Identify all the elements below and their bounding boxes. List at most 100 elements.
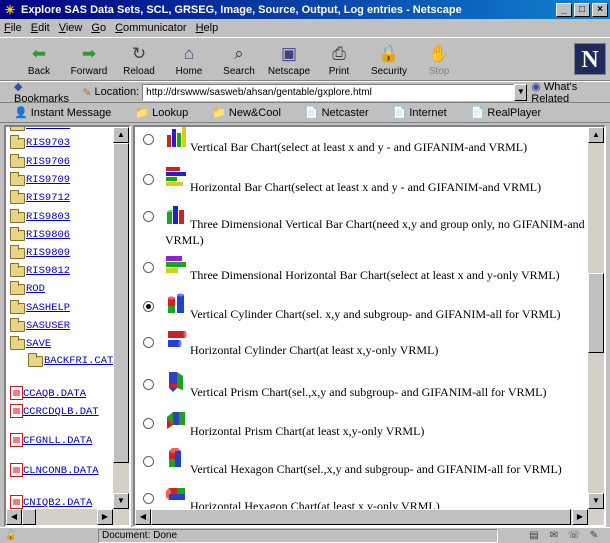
scroll-down-button[interactable]: ▼ (113, 493, 129, 509)
scroll-thumb-horizontal[interactable] (151, 509, 571, 525)
reload-label: Reload (123, 66, 155, 77)
whats-related-button[interactable]: ◉ What's Related (531, 80, 610, 105)
tree-item[interactable]: RIS9712 (10, 190, 70, 204)
tree-item[interactable]: RIS9803 (10, 209, 70, 223)
personal-item-lookup[interactable]: 📁 Lookup (135, 106, 200, 120)
netscape-button[interactable]: ▣ Netscape (264, 38, 314, 80)
menu-communicator[interactable]: Communicator (115, 22, 187, 34)
tree-item[interactable]: RIS9709 (10, 172, 71, 186)
close-button[interactable]: × (592, 2, 608, 17)
stop-button[interactable]: ✋ Stop (414, 38, 464, 80)
tree-item[interactable]: CLNCONB.DATA (10, 463, 99, 477)
chart-option-radio[interactable] (143, 262, 154, 273)
tree-item[interactable]: BACKFRI.CATAI (28, 353, 116, 367)
left-vertical-scrollbar[interactable]: ▲ ▼ (113, 127, 129, 509)
tree-item[interactable]: SASHELP (10, 300, 70, 314)
scroll-down-button[interactable]: ▼ (588, 493, 604, 509)
tree-item[interactable]: RIS9806 (10, 227, 70, 241)
tree-item[interactable]: RIS9809 (10, 245, 70, 259)
chart-option-label: Vertical Prism Chart(sel.,x,y and subgro… (190, 385, 547, 399)
forward-label: Forward (70, 66, 108, 77)
forward-button[interactable]: ➡ Forward (64, 38, 114, 80)
home-icon: ⌂ (183, 44, 195, 63)
maximize-button[interactable]: □ (574, 2, 590, 17)
tree-item[interactable]: SASUSER (10, 318, 70, 332)
scroll-thumb-horizontal[interactable] (22, 509, 36, 525)
mail-icon[interactable]: ✉ (544, 530, 564, 541)
stop-label: Stop (428, 66, 450, 77)
scroll-thumb[interactable] (113, 143, 129, 463)
scroll-up-button[interactable]: ▲ (113, 127, 129, 143)
menu-help[interactable]: Help (196, 22, 219, 34)
navigator-icon[interactable]: ▤ (524, 530, 544, 541)
tree-item[interactable]: ROD (10, 281, 45, 295)
netscape-label: Netscape (267, 66, 311, 77)
tree-item-label: SAVE (26, 338, 52, 350)
chart-options-frame: Vertical Bar Chart(select at least x and… (133, 125, 606, 527)
personal-item-realplayer[interactable]: 📄 RealPlayer (471, 106, 554, 120)
stop-icon: ✋ (428, 44, 450, 63)
chart-option-radio[interactable] (143, 379, 154, 390)
scroll-right-button[interactable]: ▶ (572, 509, 588, 525)
home-button[interactable]: ⌂ Home (164, 38, 214, 80)
chart-option-radio[interactable] (143, 211, 154, 222)
data-file-icon (10, 463, 23, 477)
tree-item[interactable]: RIS9706 (10, 154, 71, 168)
chart-option-radio[interactable] (143, 337, 154, 348)
tree-item[interactable]: RIS9703 (10, 135, 70, 149)
reload-button[interactable]: ↻ Reload (114, 38, 164, 80)
scroll-left-button[interactable]: ◀ (135, 509, 151, 525)
scroll-up-button[interactable]: ▲ (588, 127, 604, 143)
scroll-right-button[interactable]: ▶ (97, 509, 113, 525)
security-button[interactable]: 🔒 Security (364, 38, 414, 80)
chart-option-label: Three Dimensional Vertical Bar Chart(nee… (165, 217, 585, 247)
tree-item[interactable]: CCAQB.DATA (10, 386, 86, 400)
chart-option-radio[interactable] (143, 174, 154, 185)
tree-item[interactable]: RIS9812 (10, 263, 70, 277)
minimize-button[interactable]: _ (556, 2, 572, 17)
folder-icon: 📁 (212, 107, 226, 119)
scroll-thumb[interactable] (588, 273, 604, 353)
personal-item-netcaster[interactable]: 📄 Netcaster (305, 106, 381, 120)
menu-edit[interactable]: Edit (31, 22, 50, 34)
netscape-logo[interactable]: N (574, 43, 606, 75)
menu-go[interactable]: Go (91, 22, 106, 34)
print-button[interactable]: ⎙ Print (314, 38, 364, 80)
tree-item-label: RIS9709 (26, 174, 71, 186)
personal-item-new-cool[interactable]: 📁 New&Cool (212, 106, 293, 120)
window-title-bar[interactable]: ✳ Explore SAS Data Sets, SCL, GRSEG, Ima… (0, 0, 610, 19)
personal-item-internet[interactable]: 📄 Internet (393, 106, 459, 120)
composer-icon[interactable]: ✎ (584, 530, 604, 541)
data-file-icon (10, 386, 23, 400)
chart-option-radio[interactable] (143, 301, 154, 312)
chart-option-radio[interactable] (143, 134, 154, 145)
discussion-icon[interactable]: ☏ (564, 530, 584, 541)
chart-option-radio[interactable] (143, 456, 154, 467)
whats-related-icon: ◉ (531, 80, 541, 93)
navigation-toolbar: ⬅ Back ➡ Forward ↻ Reload ⌂ Home ⌕ Search ▣ Netscap… (0, 37, 610, 81)
back-button[interactable]: ⬅ Back (14, 38, 64, 80)
bookmarks-button[interactable]: ◆ Bookmarks (14, 80, 74, 105)
scroll-left-button[interactable]: ◀ (6, 509, 22, 525)
url-input[interactable] (142, 83, 515, 101)
tree-item[interactable]: RIS9612 (10, 127, 70, 131)
chart-option-radio[interactable] (143, 493, 154, 504)
left-horizontal-scrollbar[interactable]: ◀ ▶ (6, 509, 129, 525)
instant-message-icon: 👤 (14, 107, 28, 119)
search-button[interactable]: ⌕ Search (214, 38, 264, 80)
right-horizontal-scrollbar[interactable]: ◀ ▶ (135, 509, 604, 525)
tree-item[interactable]: SAVE (10, 336, 52, 350)
netscape-window-icon: ✳ (4, 2, 16, 17)
tree-item[interactable]: CFGNLL.DATA (10, 433, 92, 447)
url-dropdown-button[interactable]: ▼ (514, 83, 528, 101)
tree-item[interactable]: CCRCDQLB.DAT (10, 404, 99, 418)
menu-bar: File Edit View Go Communicator Help (0, 19, 610, 37)
chart-option-radio[interactable] (143, 418, 154, 429)
personal-item-instant-message[interactable]: 👤 Instant Message (14, 106, 123, 120)
tree-item[interactable]: CNIQB2.DATA (10, 495, 92, 509)
security-status-icon[interactable]: 🔓 (0, 530, 22, 541)
right-vertical-scrollbar[interactable]: ▲ ▼ (588, 127, 604, 509)
menu-file[interactable]: File (4, 22, 22, 34)
tree-item-label: RIS9706 (26, 156, 71, 168)
menu-view[interactable]: View (59, 22, 83, 34)
